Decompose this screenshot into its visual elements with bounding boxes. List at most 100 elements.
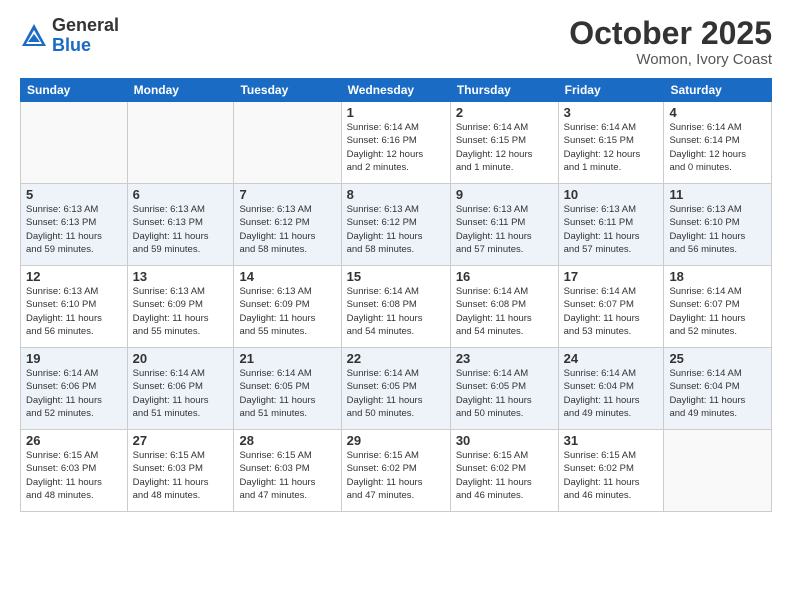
table-row: 12Sunrise: 6:13 AM Sunset: 6:10 PM Dayli… [21,266,128,348]
day-number: 27 [133,433,229,448]
table-row: 29Sunrise: 6:15 AM Sunset: 6:02 PM Dayli… [341,430,450,512]
day-number: 30 [456,433,553,448]
page: General Blue October 2025 Womon, Ivory C… [0,0,792,612]
calendar-week-row: 26Sunrise: 6:15 AM Sunset: 6:03 PM Dayli… [21,430,772,512]
day-number: 31 [564,433,659,448]
day-info: Sunrise: 6:13 AM Sunset: 6:10 PM Dayligh… [669,203,766,256]
table-row: 5Sunrise: 6:13 AM Sunset: 6:13 PM Daylig… [21,184,128,266]
day-number: 17 [564,269,659,284]
day-number: 1 [347,105,445,120]
day-number: 14 [239,269,335,284]
day-number: 19 [26,351,122,366]
col-tuesday: Tuesday [234,79,341,102]
table-row: 31Sunrise: 6:15 AM Sunset: 6:02 PM Dayli… [558,430,664,512]
table-row: 4Sunrise: 6:14 AM Sunset: 6:14 PM Daylig… [664,102,772,184]
table-row: 9Sunrise: 6:13 AM Sunset: 6:11 PM Daylig… [450,184,558,266]
col-thursday: Thursday [450,79,558,102]
day-info: Sunrise: 6:14 AM Sunset: 6:16 PM Dayligh… [347,121,445,174]
day-number: 26 [26,433,122,448]
day-info: Sunrise: 6:14 AM Sunset: 6:15 PM Dayligh… [564,121,659,174]
table-row: 26Sunrise: 6:15 AM Sunset: 6:03 PM Dayli… [21,430,128,512]
table-row [234,102,341,184]
logo: General Blue [20,16,119,56]
table-row: 1Sunrise: 6:14 AM Sunset: 6:16 PM Daylig… [341,102,450,184]
table-row: 16Sunrise: 6:14 AM Sunset: 6:08 PM Dayli… [450,266,558,348]
logo-icon [20,22,48,50]
table-row: 3Sunrise: 6:14 AM Sunset: 6:15 PM Daylig… [558,102,664,184]
day-number: 13 [133,269,229,284]
day-info: Sunrise: 6:14 AM Sunset: 6:06 PM Dayligh… [26,367,122,420]
table-row: 14Sunrise: 6:13 AM Sunset: 6:09 PM Dayli… [234,266,341,348]
table-row: 6Sunrise: 6:13 AM Sunset: 6:13 PM Daylig… [127,184,234,266]
table-row: 10Sunrise: 6:13 AM Sunset: 6:11 PM Dayli… [558,184,664,266]
day-number: 23 [456,351,553,366]
day-info: Sunrise: 6:13 AM Sunset: 6:11 PM Dayligh… [456,203,553,256]
day-info: Sunrise: 6:13 AM Sunset: 6:13 PM Dayligh… [26,203,122,256]
day-info: Sunrise: 6:13 AM Sunset: 6:12 PM Dayligh… [347,203,445,256]
day-info: Sunrise: 6:14 AM Sunset: 6:14 PM Dayligh… [669,121,766,174]
table-row: 24Sunrise: 6:14 AM Sunset: 6:04 PM Dayli… [558,348,664,430]
day-number: 28 [239,433,335,448]
month-title: October 2025 [569,16,772,51]
day-number: 11 [669,187,766,202]
day-info: Sunrise: 6:13 AM Sunset: 6:13 PM Dayligh… [133,203,229,256]
table-row: 21Sunrise: 6:14 AM Sunset: 6:05 PM Dayli… [234,348,341,430]
day-number: 9 [456,187,553,202]
col-saturday: Saturday [664,79,772,102]
day-info: Sunrise: 6:14 AM Sunset: 6:08 PM Dayligh… [347,285,445,338]
day-info: Sunrise: 6:15 AM Sunset: 6:03 PM Dayligh… [133,449,229,502]
day-info: Sunrise: 6:14 AM Sunset: 6:04 PM Dayligh… [564,367,659,420]
day-info: Sunrise: 6:14 AM Sunset: 6:07 PM Dayligh… [669,285,766,338]
day-number: 8 [347,187,445,202]
day-number: 4 [669,105,766,120]
day-info: Sunrise: 6:14 AM Sunset: 6:08 PM Dayligh… [456,285,553,338]
day-number: 29 [347,433,445,448]
day-info: Sunrise: 6:15 AM Sunset: 6:02 PM Dayligh… [347,449,445,502]
day-info: Sunrise: 6:14 AM Sunset: 6:06 PM Dayligh… [133,367,229,420]
day-number: 15 [347,269,445,284]
day-info: Sunrise: 6:15 AM Sunset: 6:03 PM Dayligh… [26,449,122,502]
day-info: Sunrise: 6:13 AM Sunset: 6:10 PM Dayligh… [26,285,122,338]
day-info: Sunrise: 6:14 AM Sunset: 6:07 PM Dayligh… [564,285,659,338]
day-number: 25 [669,351,766,366]
table-row: 15Sunrise: 6:14 AM Sunset: 6:08 PM Dayli… [341,266,450,348]
day-info: Sunrise: 6:15 AM Sunset: 6:02 PM Dayligh… [564,449,659,502]
table-row: 13Sunrise: 6:13 AM Sunset: 6:09 PM Dayli… [127,266,234,348]
table-row [127,102,234,184]
header: General Blue October 2025 Womon, Ivory C… [20,16,772,68]
col-friday: Friday [558,79,664,102]
day-number: 2 [456,105,553,120]
calendar-week-row: 1Sunrise: 6:14 AM Sunset: 6:16 PM Daylig… [21,102,772,184]
table-row: 2Sunrise: 6:14 AM Sunset: 6:15 PM Daylig… [450,102,558,184]
day-number: 3 [564,105,659,120]
day-info: Sunrise: 6:14 AM Sunset: 6:05 PM Dayligh… [347,367,445,420]
day-info: Sunrise: 6:14 AM Sunset: 6:05 PM Dayligh… [239,367,335,420]
day-info: Sunrise: 6:13 AM Sunset: 6:12 PM Dayligh… [239,203,335,256]
table-row: 20Sunrise: 6:14 AM Sunset: 6:06 PM Dayli… [127,348,234,430]
day-number: 18 [669,269,766,284]
table-row: 19Sunrise: 6:14 AM Sunset: 6:06 PM Dayli… [21,348,128,430]
table-row: 25Sunrise: 6:14 AM Sunset: 6:04 PM Dayli… [664,348,772,430]
calendar-header-row: Sunday Monday Tuesday Wednesday Thursday… [21,79,772,102]
day-number: 5 [26,187,122,202]
col-wednesday: Wednesday [341,79,450,102]
day-number: 21 [239,351,335,366]
logo-blue-label: Blue [52,36,119,56]
logo-general-label: General [52,16,119,36]
table-row: 17Sunrise: 6:14 AM Sunset: 6:07 PM Dayli… [558,266,664,348]
day-info: Sunrise: 6:15 AM Sunset: 6:03 PM Dayligh… [239,449,335,502]
title-area: October 2025 Womon, Ivory Coast [569,16,772,68]
logo-text: General Blue [52,16,119,56]
day-info: Sunrise: 6:14 AM Sunset: 6:15 PM Dayligh… [456,121,553,174]
day-number: 22 [347,351,445,366]
table-row [21,102,128,184]
calendar-table: Sunday Monday Tuesday Wednesday Thursday… [20,78,772,512]
day-info: Sunrise: 6:14 AM Sunset: 6:05 PM Dayligh… [456,367,553,420]
day-number: 16 [456,269,553,284]
col-monday: Monday [127,79,234,102]
calendar-week-row: 12Sunrise: 6:13 AM Sunset: 6:10 PM Dayli… [21,266,772,348]
table-row: 27Sunrise: 6:15 AM Sunset: 6:03 PM Dayli… [127,430,234,512]
table-row [664,430,772,512]
table-row: 7Sunrise: 6:13 AM Sunset: 6:12 PM Daylig… [234,184,341,266]
calendar-week-row: 5Sunrise: 6:13 AM Sunset: 6:13 PM Daylig… [21,184,772,266]
